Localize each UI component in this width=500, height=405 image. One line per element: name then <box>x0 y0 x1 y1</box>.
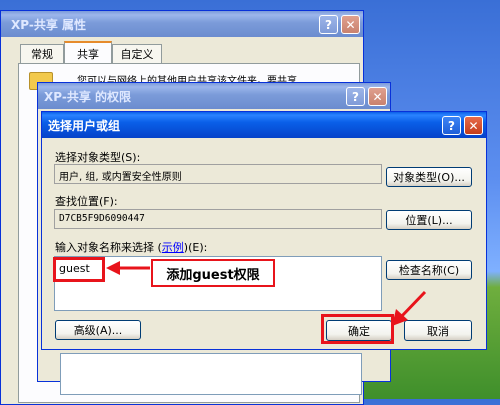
tab-general[interactable]: 常规 <box>20 44 64 63</box>
locations-button[interactable]: 位置(L)... <box>386 210 472 230</box>
cancel-button[interactable]: 取消 <box>404 320 472 341</box>
properties-titlebar[interactable]: XP-共享 属性 ? ✕ <box>1 11 363 37</box>
guest-highlight-box <box>53 257 105 282</box>
tab-sharing[interactable]: 共享 <box>64 41 112 64</box>
object-type-label: 选择对象类型(S): <box>55 151 141 164</box>
tab-customize[interactable]: 自定义 <box>112 44 162 63</box>
help-button[interactable]: ? <box>346 87 365 106</box>
annotation-label: 添加guest权限 <box>151 259 275 287</box>
check-names-button[interactable]: 检查名称(C) <box>386 260 472 280</box>
help-button[interactable]: ? <box>319 15 338 34</box>
ok-highlight-box <box>321 314 394 344</box>
permissions-body <box>60 353 362 395</box>
enter-names-label: 输入对象名称来选择 (示例)(E): <box>55 241 208 254</box>
dialog-title: 选择用户或组 <box>48 118 121 133</box>
object-types-button[interactable]: 对象类型(O)... <box>386 167 472 187</box>
select-users-dialog: 选择用户或组 ? ✕ 选择对象类型(S): 用户, 组, 或内置安全性原则 对象… <box>41 111 487 350</box>
annotation-text: 添加guest权限 <box>166 267 260 283</box>
close-button[interactable]: ✕ <box>341 15 360 34</box>
location-field: D7CB5F9D6090447 <box>54 209 382 229</box>
close-button[interactable]: ✕ <box>464 116 483 135</box>
permissions-title: XP-共享 的权限 <box>44 89 131 104</box>
close-button[interactable]: ✕ <box>368 87 387 106</box>
help-button[interactable]: ? <box>442 116 461 135</box>
location-label: 查找位置(F): <box>55 195 118 208</box>
object-type-field: 用户, 组, 或内置安全性原则 <box>54 164 382 184</box>
advanced-button[interactable]: 高级(A)... <box>55 320 141 340</box>
dialog-titlebar[interactable]: 选择用户或组 ? ✕ <box>42 112 486 138</box>
permissions-titlebar[interactable]: XP-共享 的权限 ? ✕ <box>38 83 390 109</box>
examples-link[interactable]: 示例 <box>162 241 184 254</box>
properties-title: XP-共享 属性 <box>11 17 86 32</box>
